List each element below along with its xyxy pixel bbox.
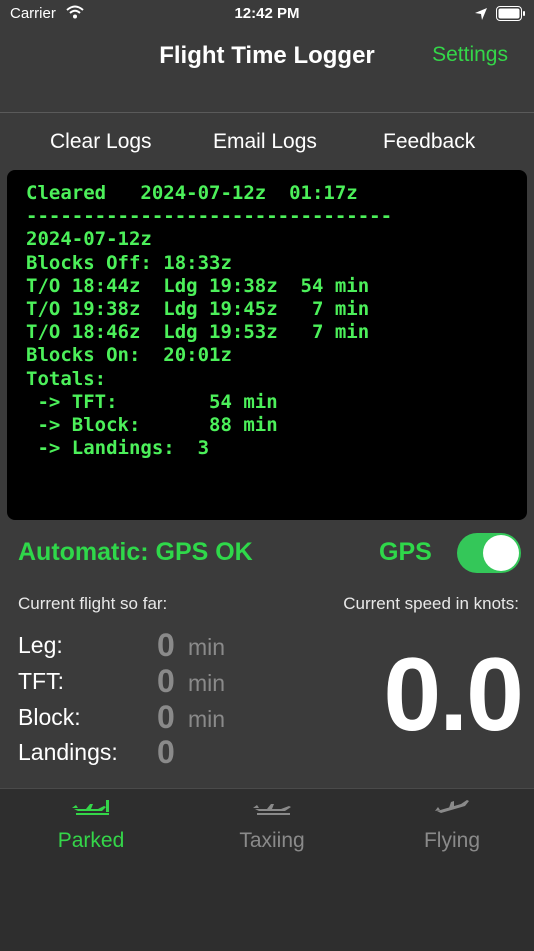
log-line: T/O 18:46z Ldg 19:53z 7 min [26,321,370,344]
log-line: -------------------------------- [26,205,393,228]
log-line: T/O 18:44z Ldg 19:38z 54 min [26,274,370,297]
speed-label: Current speed in knots: [343,594,519,613]
log-line: T/O 19:38z Ldg 19:45z 7 min [26,298,370,321]
stat-unit: min [188,670,226,696]
clear-logs-button[interactable]: Clear Logs [50,130,152,154]
log-line: Blocks Off: 18:33z [26,251,232,274]
settings-button[interactable]: Settings [432,43,508,67]
stat-value: 0 [157,627,175,663]
tab-label: Flying [423,829,481,852]
tab-flying[interactable]: Flying [363,789,534,859]
stat-label: TFT: [18,668,64,694]
log-line: -> Block: 88 min [26,414,278,437]
gps-toggle[interactable] [457,533,521,573]
log-line: 2024-07-12z [26,228,152,251]
email-logs-button[interactable]: Email Logs [213,130,317,154]
stat-row-landings: Landings: 0 [18,734,278,773]
log-text: Cleared 2024-07-12z 01:17z --------------… [7,170,527,460]
tab-parked[interactable]: Parked [2,789,180,859]
log-line: -> Landings: 3 [26,437,210,460]
gps-label: GPS [379,538,432,566]
stat-value: 0 [157,663,175,699]
stat-unit: min [188,634,226,660]
plane-taxiing-icon [253,797,293,822]
stat-row-leg: Leg: 0 min [18,627,278,666]
stat-label: Leg: [18,632,63,658]
tab-label: Taxiing [239,829,305,852]
log-line: Totals: [26,367,107,390]
nav-divider [0,112,534,113]
stat-label: Landings: [18,739,118,765]
stat-value: 0 [157,734,175,770]
stat-row-block: Block: 0 min [18,699,278,738]
action-bar: Clear Logs Email Logs Feedback [0,130,534,160]
log-line: Cleared 2024-07-12z 01:17z [26,182,358,204]
log-panel[interactable]: Cleared 2024-07-12z 01:17z --------------… [7,170,527,520]
log-line: Blocks On: 20:01z [26,344,232,367]
stat-label: Block: [18,704,81,730]
tab-label: Parked [57,829,125,852]
plane-flying-icon [433,797,473,822]
stat-row-tft: TFT: 0 min [18,663,278,702]
tab-taxiing[interactable]: Taxiing [183,789,361,859]
feedback-button[interactable]: Feedback [383,130,475,154]
status-bar: Carrier 12:42 PM [0,0,534,30]
status-time: 12:42 PM [234,5,300,22]
location-arrow-icon [474,7,488,26]
stat-value: 0 [157,699,175,735]
stat-unit: min [188,706,226,732]
tab-bar: Parked Taxiing Flying [0,788,534,951]
gps-toggle-knob [483,535,519,571]
current-flight-label: Current flight so far: [18,594,168,613]
log-line: -> TFT: 54 min [26,390,278,413]
plane-parked-icon [72,797,112,822]
speed-value: 0.0 [383,637,524,753]
gps-status-text: Automatic: GPS OK [18,538,253,566]
battery-icon [496,6,526,26]
